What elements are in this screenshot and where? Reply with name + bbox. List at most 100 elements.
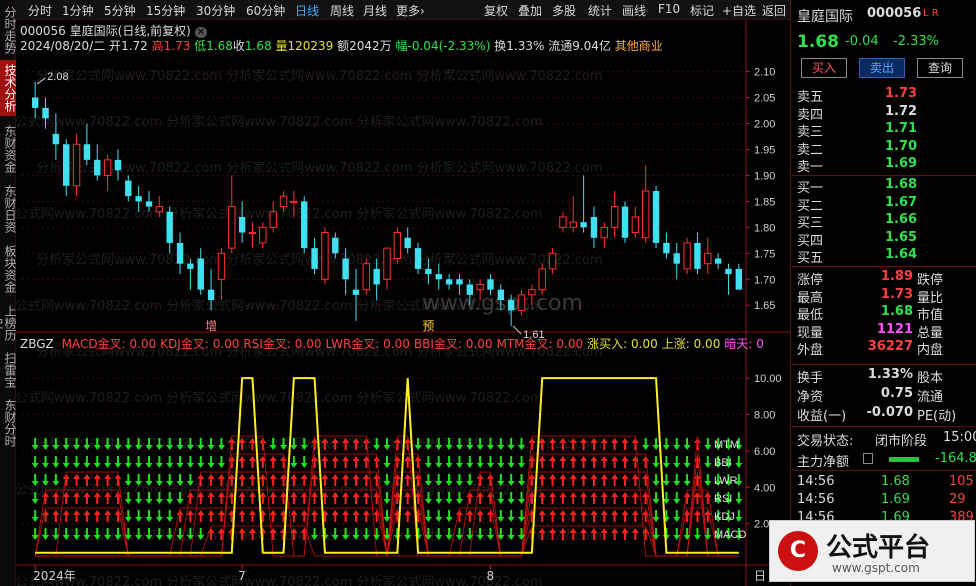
candle-body xyxy=(259,226,267,244)
event-marker: 增 xyxy=(205,319,217,333)
signal-up-arrow xyxy=(621,510,629,522)
sector-label[interactable]: 其他商业 xyxy=(615,39,663,53)
candle-body xyxy=(373,268,380,285)
signal-up-arrow xyxy=(352,510,360,522)
candle-body xyxy=(497,289,505,301)
tab-intraday[interactable]: 分时走势 xyxy=(0,4,17,56)
period-30min[interactable]: 30分钟 xyxy=(196,2,235,19)
add-watchlist-button[interactable]: +自选 xyxy=(722,2,756,19)
period-more[interactable]: 更多› xyxy=(396,2,425,19)
period-daily[interactable]: 日线 xyxy=(295,2,319,19)
price-tick-label: 1.70 xyxy=(754,274,775,286)
signal-down-arrow xyxy=(52,456,60,468)
candle-body xyxy=(42,107,49,119)
volume-label: 量 xyxy=(275,39,288,53)
list-icon[interactable] xyxy=(863,453,873,464)
signal-up-arrow xyxy=(600,492,608,504)
ask-level-row[interactable]: 卖三 1.71 xyxy=(797,121,973,140)
bid-level-row[interactable]: 买二 1.67 xyxy=(797,194,973,214)
bid-level-price: 1.67 xyxy=(885,194,918,210)
tick-time: 14:56 xyxy=(797,474,835,489)
bar-date: 2024/08/20/二 xyxy=(20,39,106,53)
indicator-header: ZBGZ MACD金叉: 0.00 KDJ金叉: 0.00 RSI金叉: 0.00 L… xyxy=(20,335,764,352)
signal-up-arrow xyxy=(311,510,319,522)
signal-up-arrow xyxy=(569,456,577,468)
indicator-item-label: RSI金叉: xyxy=(243,337,291,351)
overlay-button[interactable]: 叠加 xyxy=(518,2,542,19)
back-button[interactable]: 返回 xyxy=(762,2,786,19)
period-intraday[interactable]: 分时 xyxy=(28,2,52,19)
period-weekly[interactable]: 周线 xyxy=(330,2,354,19)
stock-title: 皇庭国际(日线,前复权) xyxy=(69,24,191,38)
signal-up-arrow xyxy=(631,528,639,540)
signal-down-arrow xyxy=(673,474,681,486)
bid-level-row[interactable]: 买三 1.66 xyxy=(797,212,973,231)
candle-body xyxy=(217,252,226,280)
lr-badge[interactable]: L R xyxy=(923,8,939,19)
tab-daily-capital[interactable]: 东财日资 xyxy=(0,182,17,236)
signal-up-arrow xyxy=(62,510,70,522)
tab-top-list[interactable]: 上榜历史 xyxy=(0,302,17,344)
signal-up-arrow xyxy=(269,456,277,468)
buy-button[interactable]: 买入 xyxy=(801,58,847,78)
candle-body xyxy=(735,268,743,290)
multi-stock-button[interactable]: 多股 xyxy=(552,2,576,19)
period-more-label: 更多 xyxy=(396,4,421,18)
adjust-button[interactable]: 复权 xyxy=(484,2,508,19)
sell-button[interactable]: 卖出 xyxy=(859,58,905,78)
last-price: 1.68 xyxy=(797,32,839,52)
signal-down-arrow xyxy=(497,456,505,468)
indicator-item-label: MACD金叉: xyxy=(61,337,126,351)
ask-level-row[interactable]: 卖五 1.73 xyxy=(797,86,973,105)
ask-level-row[interactable]: 卖一 1.69 xyxy=(797,156,973,175)
period-1min[interactable]: 1分钟 xyxy=(62,2,94,19)
signal-tick-label: 8.00 xyxy=(754,410,775,422)
close-label: 收 xyxy=(232,39,245,53)
ask-level-row[interactable]: 卖四 1.72 xyxy=(797,104,973,123)
candle-body xyxy=(135,196,142,202)
tab-minute-capital[interactable]: 东财分时 xyxy=(0,396,17,450)
candle-body xyxy=(393,232,402,260)
period-monthly[interactable]: 月线 xyxy=(363,2,387,19)
query-button[interactable]: 查询 xyxy=(917,58,963,78)
candle-body xyxy=(487,279,494,290)
signal-up-arrow xyxy=(342,510,350,522)
period-60min[interactable]: 60分钟 xyxy=(246,2,285,19)
candle-body xyxy=(187,263,194,269)
candle-body xyxy=(538,268,546,291)
signal-down-arrow xyxy=(662,456,670,468)
candle-body xyxy=(714,258,722,264)
bid-level-row[interactable]: 买五 1.64 xyxy=(797,247,973,266)
period-15min[interactable]: 15分钟 xyxy=(146,2,185,19)
signal-down-arrow xyxy=(673,492,681,504)
x-tick-label: 8 xyxy=(486,569,494,583)
signal-down-arrow xyxy=(466,456,474,468)
bid-level-row[interactable]: 买四 1.65 xyxy=(797,230,973,249)
draw-line-button[interactable]: 画线 xyxy=(622,2,646,19)
bid-level-row[interactable]: 买一 1.68 xyxy=(797,177,973,196)
candle-body xyxy=(125,180,132,197)
mark-button[interactable]: 标记 xyxy=(690,2,714,19)
signal-down-arrow xyxy=(114,456,122,468)
signal-up-arrow xyxy=(590,492,598,504)
stat-label-2: 总量 xyxy=(917,325,944,341)
signal-up-arrow xyxy=(207,510,215,522)
signal-down-arrow xyxy=(704,474,712,486)
tab-sector-capital[interactable]: 板块资金 xyxy=(0,242,17,296)
indicator-item-label: BBI金叉: xyxy=(413,337,462,351)
tab-mine-sweeper[interactable]: 扫雷宝 xyxy=(0,350,17,390)
signal-down-arrow xyxy=(145,510,153,522)
signal-row-label: LWR xyxy=(714,475,738,487)
indicator-name[interactable]: ZBGZ xyxy=(20,337,54,351)
ask-level-row[interactable]: 卖二 1.70 xyxy=(797,139,973,158)
period-5min[interactable]: 5分钟 xyxy=(104,2,136,19)
statistics-button[interactable]: 统计 xyxy=(588,2,612,19)
f10-button[interactable]: F10 xyxy=(658,2,680,16)
signal-row-label: MACD xyxy=(714,529,746,541)
signal-up-arrow xyxy=(621,474,629,486)
stat-row: 净资 0.75 流通 xyxy=(797,386,973,405)
signal-up-arrow xyxy=(52,510,60,522)
tab-technical-analysis[interactable]: 技术分析 xyxy=(0,60,17,116)
tab-capital-flow[interactable]: 东财资金 xyxy=(0,122,17,176)
indicator-item: KDJ金叉: 0.00 xyxy=(160,337,239,351)
